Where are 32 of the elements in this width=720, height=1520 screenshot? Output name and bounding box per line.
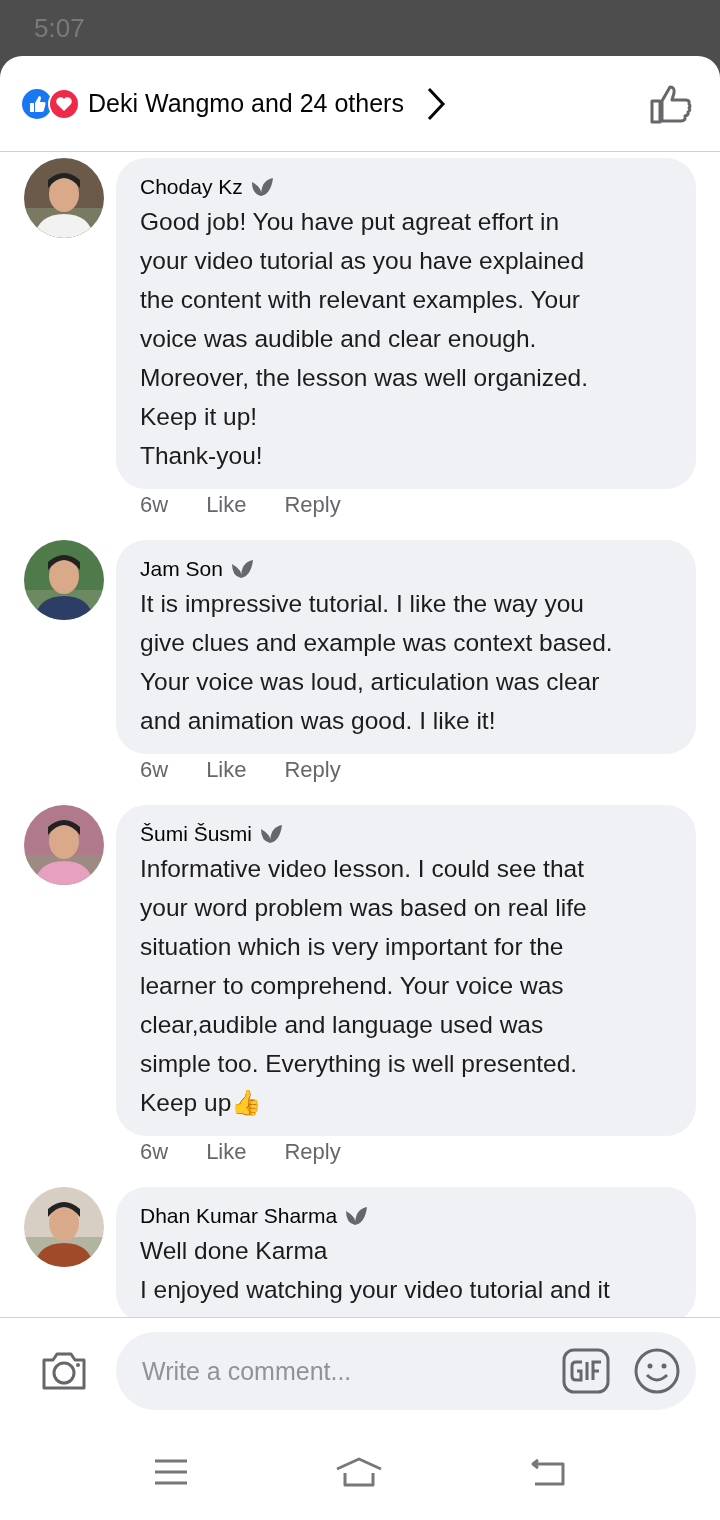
- camera-icon[interactable]: [40, 1350, 88, 1392]
- comment-text: Well done Karma I enjoyed watching your video tutorial and it: [140, 1236, 611, 1305]
- like-link[interactable]: Like: [206, 492, 247, 518]
- leaf-badge-icon: [343, 1205, 370, 1227]
- comment-author[interactable]: Jam Son: [140, 554, 672, 584]
- comment-author[interactable]: Šumi Šusmi: [140, 819, 672, 849]
- back-icon[interactable]: [530, 1458, 567, 1486]
- menu-icon[interactable]: [153, 1459, 188, 1485]
- comment-time: 6w: [140, 757, 169, 783]
- comment-text: It is impressive tutorial. I like the way you give clues and example was context based. Your voice was loud, articulation was clear and animation was good. I like it!: [140, 589, 614, 736]
- leaf-badge-icon: [258, 823, 285, 845]
- comment-time: 6w: [140, 1139, 169, 1165]
- comment-field[interactable]: Write a comment...: [116, 1332, 696, 1410]
- like-link[interactable]: Like: [206, 757, 247, 783]
- chevron-right-icon[interactable]: [425, 86, 446, 121]
- comment-input-field[interactable]: Write a comment...: [140, 1355, 538, 1387]
- comment-time: 6w: [140, 492, 169, 518]
- comment-text: Informative video lesson. I could see that your word problem was based on real life situation which is very important for the learner to comprehend. Your voice was clear,audible and language used was simple too. Everything is well presented. Keep up👍: [140, 854, 588, 1118]
- comment-text: Good job! You have put agreat effort in your video tutorial as you have explained the content with relevant examples. Your voice was audible and clear enough. Moreover, the lesson was well organized. Keep it up! Thank-you!: [140, 207, 590, 471]
- thumbs-up-icon[interactable]: [650, 83, 692, 124]
- heart-reaction-icon: [48, 87, 80, 120]
- reply-link[interactable]: Reply: [284, 757, 341, 783]
- like-link[interactable]: Like: [206, 1139, 247, 1165]
- reactions-summary[interactable]: Deki Wangmo and 24 others: [88, 89, 404, 118]
- reply-link[interactable]: Reply: [284, 492, 341, 518]
- gif-icon[interactable]: [562, 1348, 610, 1394]
- comment-author[interactable]: Dhan Kumar Sharma: [140, 1201, 672, 1231]
- comment-author[interactable]: Choday Kz: [140, 172, 672, 202]
- smiley-icon[interactable]: [634, 1348, 680, 1394]
- like-reaction-icon: [22, 88, 52, 119]
- home-icon[interactable]: [335, 1457, 383, 1487]
- reply-link[interactable]: Reply: [284, 1139, 341, 1165]
